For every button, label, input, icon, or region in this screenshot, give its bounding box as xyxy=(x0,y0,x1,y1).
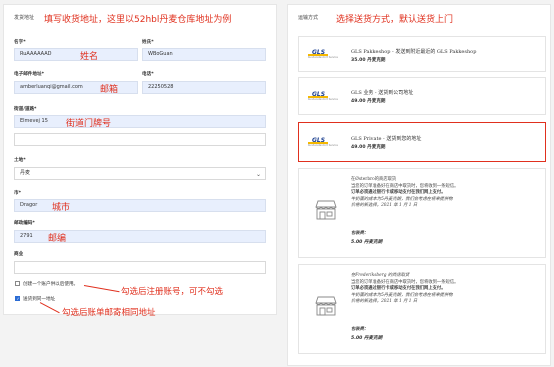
company-field[interactable] xyxy=(14,261,266,274)
first-name-annotation: 姓名 xyxy=(80,52,99,62)
shipping-method-panel: 运输方式 选择送货方式，默认送货上门 GLS Kundenstandort Ser… xyxy=(287,4,551,366)
shipping-option-pickup-frederiksberg[interactable]: 在Frederiksberg 的商店取货 当您的订单准备好在商店中取货时，您将收… xyxy=(298,264,546,354)
create-account-label: 创建一个账户供以后使用。 xyxy=(23,282,79,287)
shipping-option-gls-business[interactable]: GLS Kundenstandort Service GLS 业务 - 送货到公司… xyxy=(298,77,546,115)
gls-logo-icon: GLS Kundenstandort Service xyxy=(308,49,338,59)
city-annotation: 城市 xyxy=(52,203,71,213)
option-price: 49.00 丹麦克朗 xyxy=(351,99,386,104)
same-billing-label: 送货到同一地址 xyxy=(23,297,56,302)
street-label: 街道/道路* xyxy=(14,107,37,112)
pickup-description: 在Frederiksberg 的商店取货 当您的订单准备好在商店中取货时，您将收… xyxy=(351,273,459,305)
email-field[interactable]: amberluanqi@gmail.com xyxy=(14,81,138,94)
company-label: 商业 xyxy=(14,252,24,257)
shipping-address-header: 发货地址 xyxy=(14,15,35,21)
email-annotation: 邮箱 xyxy=(100,85,119,95)
street-line2-field[interactable] xyxy=(14,133,266,146)
store-icon xyxy=(315,200,337,220)
shipping-method-header: 运输方式 xyxy=(298,15,319,21)
last-name-field[interactable]: WBoGuan xyxy=(142,48,266,61)
country-value: 丹麦 xyxy=(20,170,31,176)
postcode-label: 邮政编码* xyxy=(14,221,35,226)
first-name-label: 名字* xyxy=(14,40,26,45)
country-label: 土地* xyxy=(14,158,26,163)
create-account-arrow xyxy=(83,285,120,293)
shipping-option-gls-private[interactable]: GLS Kundenstandort Service GLS Private - … xyxy=(298,122,546,162)
country-select[interactable]: 丹麦 ⌄ xyxy=(14,167,266,180)
email-label: 电子邮件地址* xyxy=(14,72,44,77)
street-field[interactable]: Elmevej 15 xyxy=(14,115,266,128)
option-title: GLS Private - 送货到您的地址 xyxy=(351,136,422,142)
chevron-down-icon: ⌄ xyxy=(255,171,261,178)
same-billing-annotation: 勾选后账单邮寄相同地址 xyxy=(62,308,156,318)
same-billing-checkbox[interactable] xyxy=(15,296,20,301)
option-price: 49.00 丹麦克朗 xyxy=(351,145,386,150)
shipping-method-annotation: 选择送货方式，默认送货上门 xyxy=(336,15,454,25)
pickup-price-label: 包装费： xyxy=(351,231,369,236)
shipping-address-annotation: 填写收货地址，这里以52hbl丹麦仓库地址为例 xyxy=(44,15,232,25)
street-annotation: 街道门牌号 xyxy=(66,119,112,129)
option-price: 35.00 丹麦克朗 xyxy=(351,58,386,63)
option-title: GLS Pakkeshop - 发送到附近最近的 GLS Pakkeshop xyxy=(351,49,477,55)
gls-logo-icon: GLS Kundenstandort Service xyxy=(308,137,338,147)
store-icon xyxy=(315,296,337,316)
shipping-option-gls-pakkeshop[interactable]: GLS Kundenstandort Service GLS Pakkeshop … xyxy=(298,36,546,72)
option-title: GLS 业务 - 送货到公司地址 xyxy=(351,90,414,96)
last-name-label: 姓氏* xyxy=(142,40,154,45)
shipping-option-pickup-osterbro[interactable]: 在Østerbro的商店取货 当您的订单准备好在商店中取货时，您将收到一条短信。… xyxy=(298,168,546,258)
pickup-price: 5.00 丹麦克朗 xyxy=(351,336,383,341)
shipping-address-panel: 发货地址 填写收货地址，这里以52hbl丹麦仓库地址为例 名字* RuAAAAA… xyxy=(3,4,277,318)
phone-field[interactable]: 22250528 xyxy=(142,81,266,94)
first-name-field[interactable]: RuAAAAAAD xyxy=(14,48,138,61)
same-billing-arrow xyxy=(39,302,60,314)
gls-logo-icon: GLS Kundenstandort Service xyxy=(308,91,338,101)
pickup-price: 5.00 丹麦克朗 xyxy=(351,240,383,245)
postcode-annotation: 邮编 xyxy=(48,234,67,244)
phone-label: 电话* xyxy=(142,72,154,77)
create-account-checkbox[interactable] xyxy=(15,281,20,286)
create-account-annotation: 勾选后注册账号，可不勾选 xyxy=(121,287,224,297)
pickup-description: 在Østerbro的商店取货 当您的订单准备好在商店中取货时，您将收到一条短信。… xyxy=(351,177,459,209)
pickup-price-label: 包装费： xyxy=(351,327,369,332)
city-label: 市* xyxy=(14,191,21,196)
